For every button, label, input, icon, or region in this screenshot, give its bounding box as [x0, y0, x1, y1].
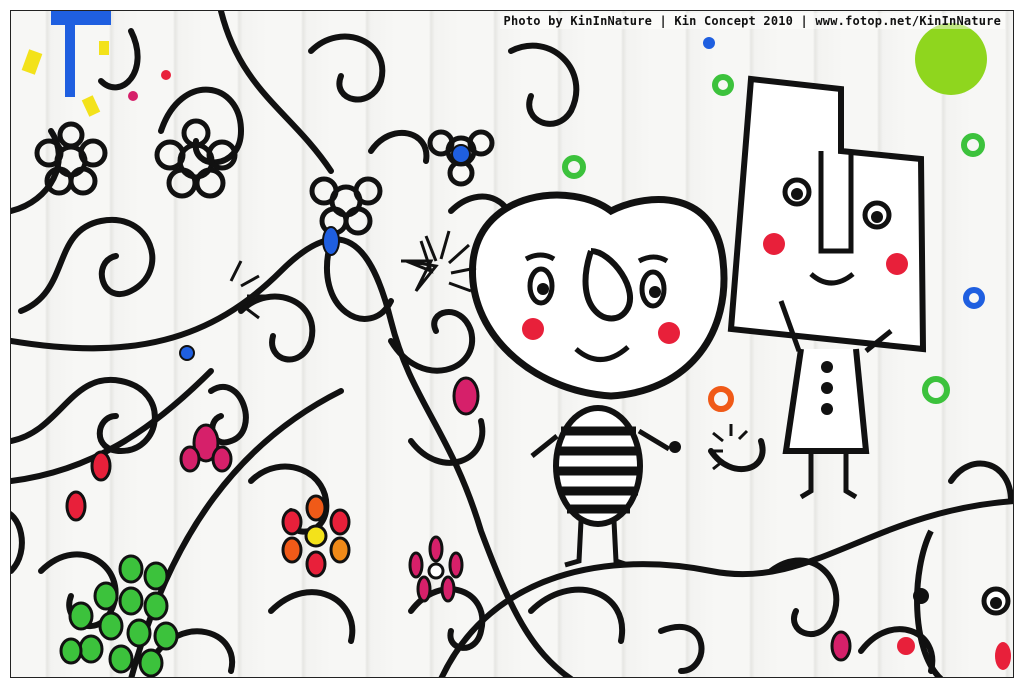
yellow-confetti	[21, 11, 111, 117]
partial-face-bottom-right	[897, 529, 1011, 677]
green-grape-cluster	[59, 554, 179, 677]
photo-credit-caption: Photo by KinInNature | Kin Concept 2010 …	[499, 13, 1005, 29]
mural-artwork	[11, 11, 1013, 677]
photo-frame: Photo by KinInNature | Kin Concept 2010 …	[10, 10, 1014, 678]
lime-sun	[915, 23, 987, 95]
box-head-character	[727, 75, 927, 500]
colored-blossoms	[65, 376, 852, 662]
heart-head-character	[469, 191, 728, 568]
